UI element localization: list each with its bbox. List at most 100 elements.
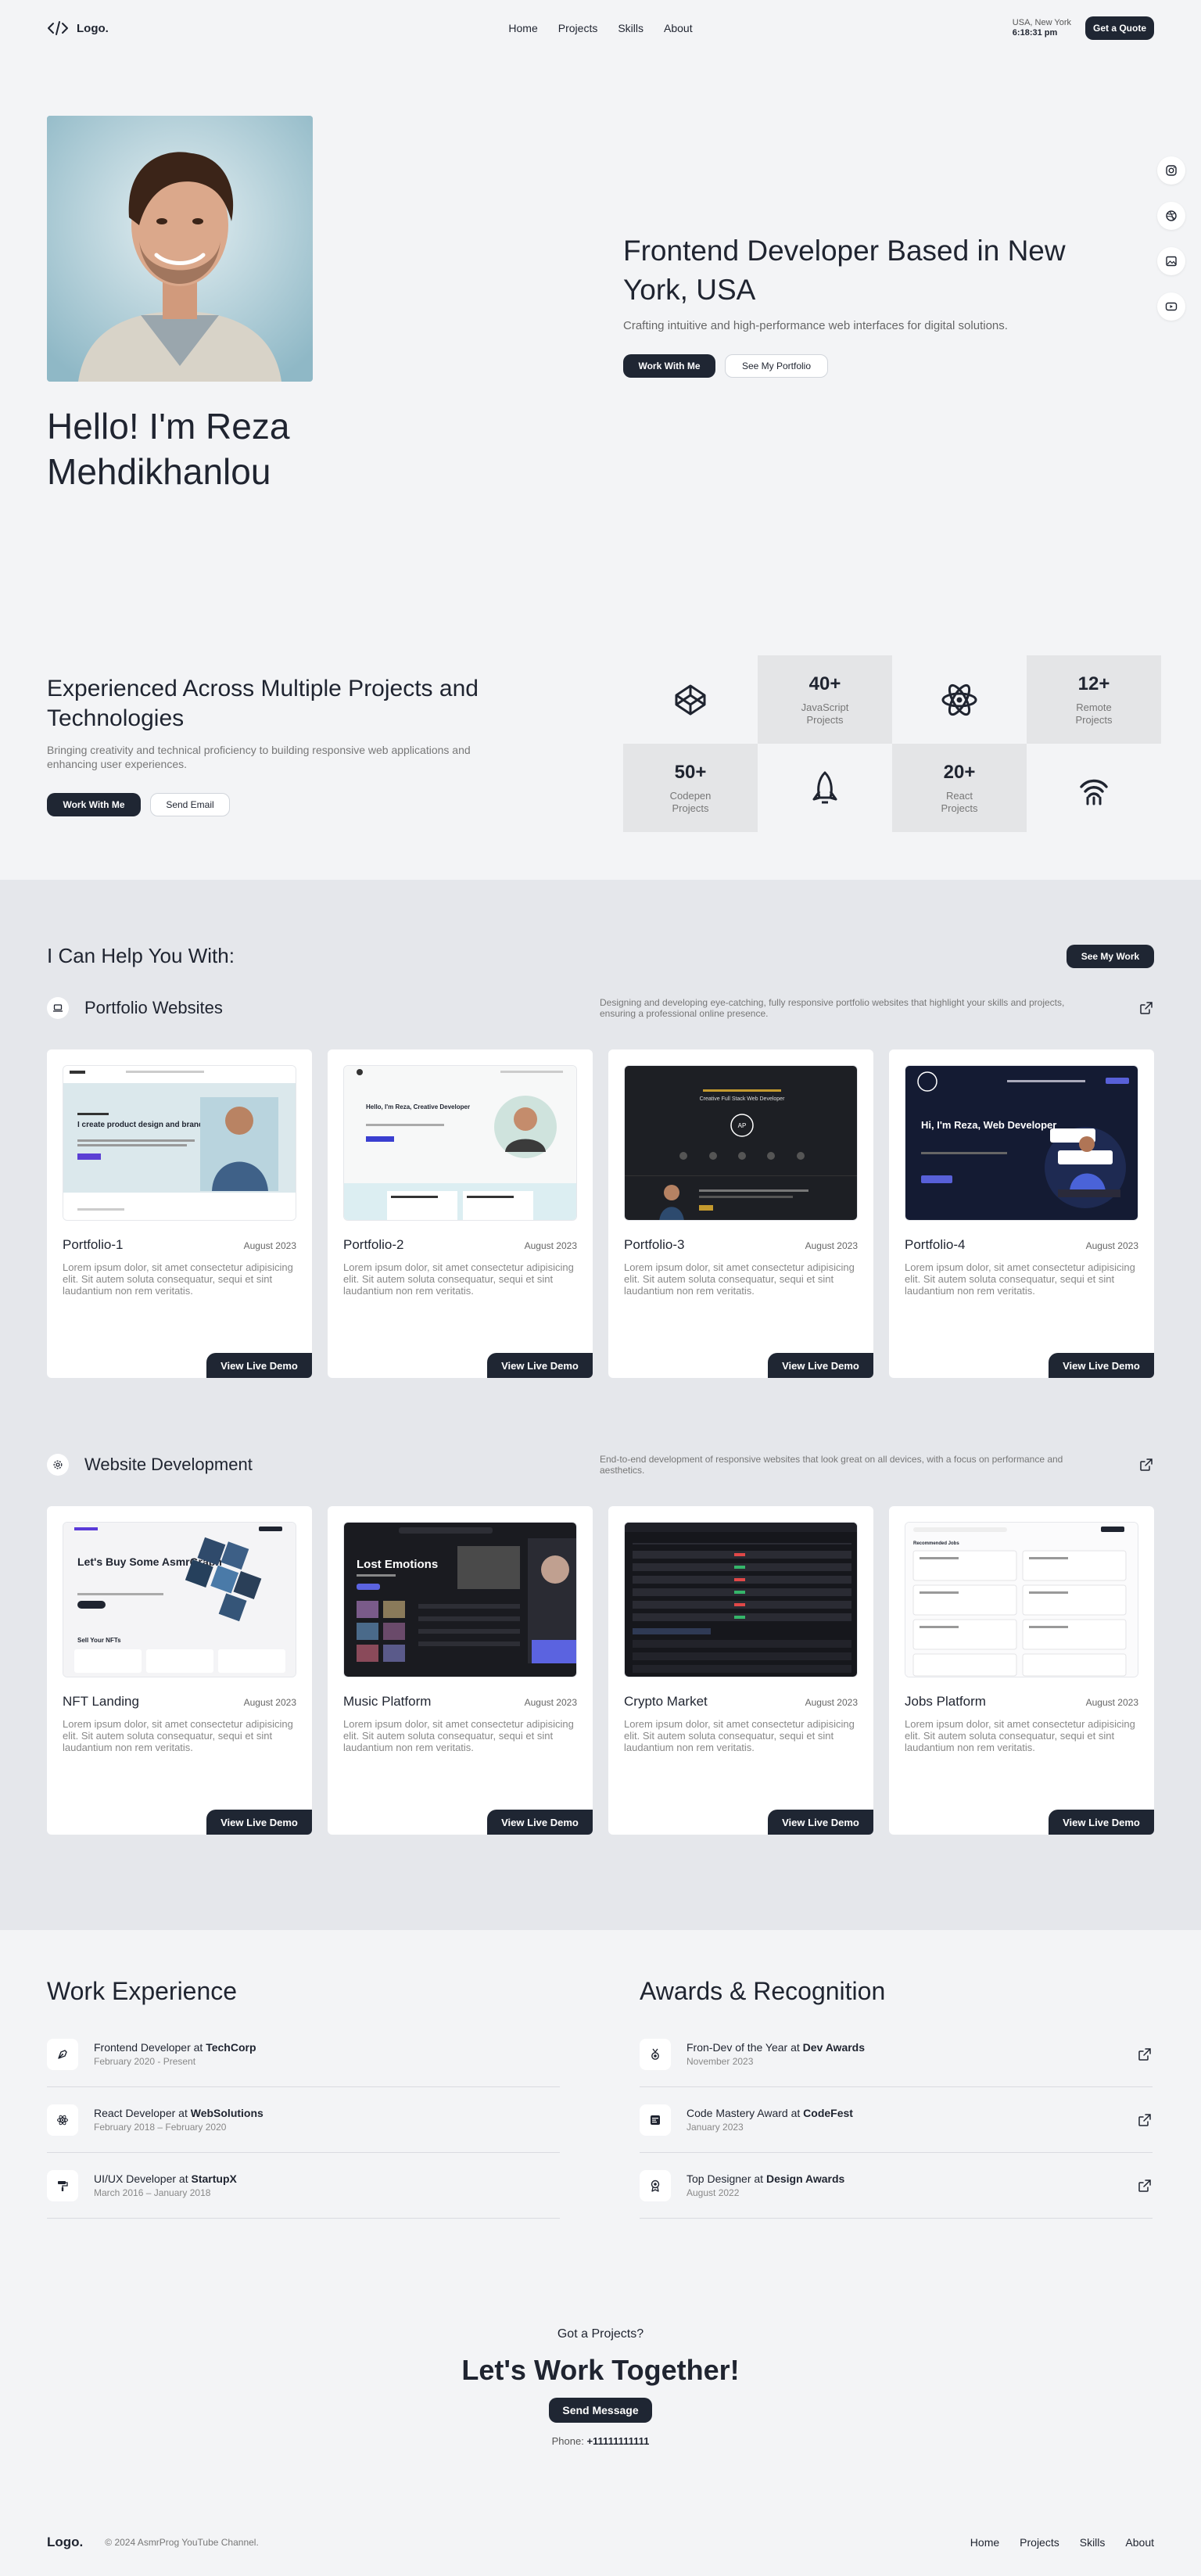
card-header: Jobs Platform August 2023 (905, 1694, 1138, 1710)
nav-link-skills[interactable]: Skills (618, 22, 644, 34)
laptop-icon (53, 1004, 63, 1012)
card-description: Lorem ipsum dolor, sit amet consectetur … (624, 1718, 855, 1753)
card-title: Crypto Market (624, 1694, 708, 1709)
card-description: Lorem ipsum dolor, sit amet consectetur … (63, 1718, 293, 1753)
view-live-demo-button[interactable]: View Live Demo (1049, 1353, 1154, 1378)
category-website-development: Website Development End-to-end developme… (47, 1454, 1154, 1476)
card-title: NFT Landing (63, 1694, 139, 1709)
project-card[interactable]: Crypto Market August 2023 Lorem ipsum do… (608, 1506, 873, 1835)
stats-title: Experienced Across Multiple Projects and… (47, 676, 479, 731)
stat-cell-codepen-projects: 50+ Codepen Projects (623, 744, 758, 832)
hero-headline: Frontend Developer Based in New York, US… (623, 235, 1066, 306)
card-date: August 2023 (1085, 1240, 1138, 1251)
project-thumbnail: Creative Full Stack Web Developer AP (624, 1065, 858, 1221)
experience-role: Frontend Developer at (94, 2041, 206, 2054)
award-item: Top Designer at Design Awards August 202… (640, 2153, 1153, 2219)
stat-number: 20+ (943, 761, 976, 783)
view-live-demo-button[interactable]: View Live Demo (768, 1353, 873, 1378)
get-quote-button[interactable]: Get a Quote (1085, 16, 1154, 40)
project-card[interactable]: Hi, I'm Reza, Web Developer Portfolio-4 … (889, 1049, 1154, 1378)
external-link-icon[interactable] (1138, 1000, 1154, 1016)
stat-label: JavaScript Projects (801, 701, 849, 726)
footer-link-projects[interactable]: Projects (1020, 2536, 1059, 2549)
work-with-me-button-2[interactable]: Work With Me (47, 793, 141, 816)
logo[interactable]: Logo. (47, 20, 109, 36)
send-message-button[interactable]: Send Message (549, 2398, 652, 2423)
card-description: Lorem ipsum dolor, sit amet consectetur … (343, 1261, 574, 1297)
award-icon-wrap (640, 2104, 671, 2136)
see-my-work-button[interactable]: See My Work (1067, 944, 1154, 968)
card-description: Lorem ipsum dolor, sit amet consectetur … (905, 1718, 1135, 1753)
project-card[interactable]: Hello, I'm Reza, Creative Developer Port… (328, 1049, 593, 1378)
award-date: August 2022 (687, 2187, 740, 2198)
view-live-demo-button[interactable]: View Live Demo (206, 1810, 312, 1835)
view-live-demo-button[interactable]: View Live Demo (768, 1810, 873, 1835)
external-link-icon[interactable] (1137, 2112, 1153, 2128)
thumb-headline: Recommended Jobs (913, 1541, 959, 1546)
card-header: Portfolio-1 August 2023 (63, 1237, 296, 1253)
image-icon (1166, 256, 1177, 267)
phone-number[interactable]: +11111111111 (586, 2435, 649, 2447)
view-live-demo-button[interactable]: View Live Demo (1049, 1810, 1154, 1835)
card-title: Portfolio-3 (624, 1237, 685, 1252)
project-card[interactable]: Lost Emotions Music Platform August 2023… (328, 1506, 593, 1835)
dribbble-link[interactable] (1157, 202, 1185, 230)
instagram-link[interactable] (1157, 156, 1185, 185)
view-live-demo-button[interactable]: View Live Demo (206, 1353, 312, 1378)
nav-links: Home Projects Skills About (508, 22, 692, 34)
wifi-icon (1080, 779, 1108, 805)
card-date: August 2023 (524, 1697, 577, 1708)
award-org: CodeFest (803, 2107, 853, 2119)
project-card[interactable]: I create product design and brand experi… (47, 1049, 312, 1378)
view-live-demo-button[interactable]: View Live Demo (487, 1810, 593, 1835)
stat-cell-remote: 12+ Remote Projects (1027, 655, 1161, 744)
project-card[interactable]: Recommended Jobs Jobs Platform August 20… (889, 1506, 1154, 1835)
footer-link-about[interactable]: About (1125, 2536, 1154, 2549)
stat-cell-react-projects: 20+ React Projects (892, 744, 1027, 832)
awards-recognition: Awards & Recognition Fron-Dev of the Yea… (640, 1977, 1153, 2219)
footer-logo[interactable]: Logo. (47, 2535, 83, 2550)
project-thumbnail: I create product design and brand experi… (63, 1065, 296, 1221)
services-title: I Can Help You With: (47, 944, 235, 967)
footer-links: Home Projects Skills About (970, 2536, 1154, 2549)
portrait-illustration (47, 116, 313, 382)
footer-link-home[interactable]: Home (970, 2536, 999, 2549)
codepen-icon (675, 684, 706, 715)
stat-label: Codepen Projects (669, 789, 712, 814)
nav-link-home[interactable]: Home (508, 22, 537, 34)
card-title: Jobs Platform (905, 1694, 986, 1709)
external-link-icon[interactable] (1138, 1457, 1154, 1473)
send-email-button[interactable]: Send Email (150, 793, 230, 816)
experience-icon-wrap (47, 2169, 78, 2201)
work-with-me-button[interactable]: Work With Me (623, 354, 715, 378)
gallery-link[interactable] (1157, 247, 1185, 275)
project-card[interactable]: Creative Full Stack Web Developer AP Por… (608, 1049, 873, 1378)
card-date: August 2023 (805, 1240, 858, 1251)
award-icon-wrap (640, 2169, 671, 2201)
experience-role: React Developer at (94, 2107, 191, 2119)
external-link-icon[interactable] (1137, 2047, 1153, 2062)
top-navbar: Logo. Home Projects Skills About USA, Ne… (47, 0, 1154, 56)
view-live-demo-button[interactable]: View Live Demo (487, 1353, 593, 1378)
experience-org: TechCorp (206, 2041, 256, 2054)
project-thumbnail: Recommended Jobs (905, 1522, 1138, 1677)
card-title: Portfolio-2 (343, 1237, 404, 1252)
development-cards: Let's Buy Some AsmrGraph Sell Your NFTs (47, 1506, 1154, 1835)
medal-icon (651, 2048, 659, 2060)
card-header: Portfolio-3 August 2023 (624, 1237, 858, 1253)
nav-link-about[interactable]: About (664, 22, 693, 34)
category-title: Website Development (84, 1455, 253, 1474)
nav-link-projects[interactable]: Projects (558, 22, 598, 34)
youtube-link[interactable] (1157, 292, 1185, 321)
see-portfolio-button[interactable]: See My Portfolio (725, 354, 828, 378)
footer-link-skills[interactable]: Skills (1080, 2536, 1106, 2549)
card-title: Portfolio-1 (63, 1237, 124, 1252)
services-header: I Can Help You With: See My Work (47, 944, 1154, 968)
external-link-icon[interactable] (1137, 2178, 1153, 2194)
card-header: Portfolio-2 August 2023 (343, 1237, 577, 1253)
thumb-headline: Hello, I'm Reza, Creative Developer (366, 1103, 470, 1110)
award-org: Dev Awards (802, 2041, 866, 2054)
stats-grid: 40+ JavaScript Projects 12+ Remote Proje… (623, 655, 1161, 832)
project-card[interactable]: Let's Buy Some AsmrGraph Sell Your NFTs (47, 1506, 312, 1835)
thumb-subheading: Sell Your NFTs (77, 1637, 121, 1644)
